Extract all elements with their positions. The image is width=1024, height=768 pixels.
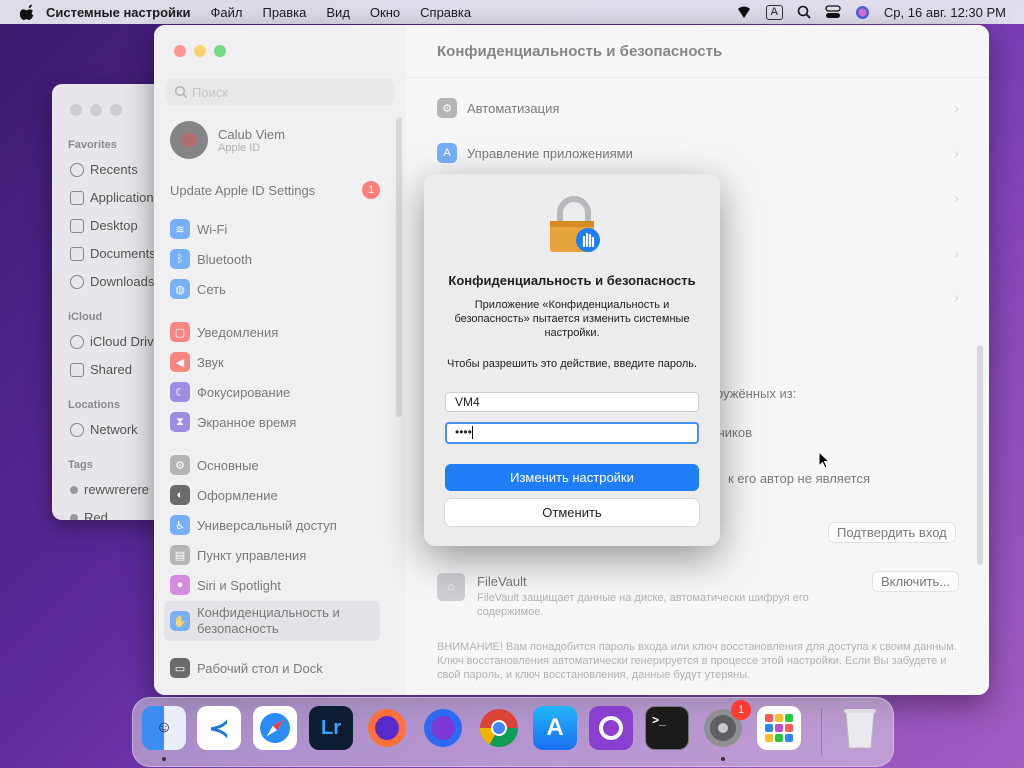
menu-view[interactable]: Вид (326, 5, 350, 20)
finder-item-label: Applications (90, 190, 161, 205)
mouse-pointer-icon (818, 451, 830, 469)
running-indicator (162, 757, 166, 761)
input-source-indicator[interactable]: A (765, 4, 783, 20)
text-caret (471, 426, 473, 440)
dialog-message: Приложение «Конфиденциальность и безопас… (454, 299, 690, 339)
finder-section-favorites: Favorites (68, 139, 117, 151)
globe-icon (70, 422, 84, 437)
control-center-icon[interactable] (825, 5, 841, 19)
finder-item-network[interactable]: Network (70, 422, 138, 437)
finder-item-label: Shared (90, 362, 132, 377)
menu-help[interactable]: Справка (420, 5, 471, 20)
desktop-icon (70, 218, 84, 233)
tag-dot-icon (70, 513, 78, 520)
siri-icon[interactable] (855, 5, 870, 20)
zoom-window-button[interactable] (110, 104, 122, 116)
github-desktop-icon[interactable] (589, 706, 633, 750)
menu-app-name[interactable]: Системные настройки (46, 5, 191, 20)
username-field[interactable]: VM4 (445, 392, 699, 412)
trash-icon[interactable] (838, 706, 882, 750)
finder-section-locations: Locations (68, 399, 120, 411)
finder-item-label: rewwrerere (84, 482, 150, 497)
dialog-title: Конфиденциальность и безопасность (448, 273, 696, 288)
cancel-button[interactable]: Отменить (445, 499, 699, 526)
chrome-icon[interactable] (477, 706, 521, 750)
finder-item-recents[interactable]: Recents (70, 162, 138, 177)
finder-item-downloads[interactable]: Downloads (70, 274, 154, 289)
spotlight-icon[interactable] (797, 5, 811, 19)
auth-dialog: Конфиденциальность и безопасность Прилож… (424, 174, 720, 546)
lock-icon (550, 196, 600, 252)
firefox-developer-icon[interactable] (421, 706, 465, 750)
close-window-button[interactable] (70, 104, 82, 116)
finder-tag-item[interactable]: rewwrerere (70, 482, 149, 497)
terminal-icon[interactable]: >_ (645, 706, 689, 750)
finder-window-controls (70, 104, 122, 116)
menu-clock[interactable]: Ср, 16 авг. 12:30 PM (884, 5, 1006, 20)
shared-folder-icon (70, 362, 84, 377)
download-icon (70, 274, 84, 289)
launchpad-icon[interactable] (757, 706, 801, 750)
password-field[interactable]: •••• (445, 422, 699, 444)
finder-item-label: iCloud Drive (90, 334, 161, 349)
finder-item-applications[interactable]: Applications (70, 190, 160, 205)
finder-tag-item-red[interactable]: Red (70, 510, 108, 520)
finder-item-documents[interactable]: Documents (70, 246, 156, 261)
finder-item-label: Recents (90, 162, 138, 177)
finder-item-icloud-drive[interactable]: iCloud Drive (70, 334, 161, 349)
minimize-window-button[interactable] (90, 104, 102, 116)
finder-icon[interactable]: ☺ (142, 706, 186, 750)
finder-section-tags: Tags (68, 459, 93, 471)
cloud-icon (70, 334, 84, 349)
tag-dot-icon (70, 485, 78, 494)
firefox-icon[interactable] (365, 706, 409, 750)
settings-notification-badge: 1 (731, 700, 751, 720)
safari-icon[interactable] (253, 706, 297, 750)
menu-bar: Системные настройки Файл Правка Вид Окно… (0, 0, 1024, 24)
finder-window: Favorites Recents Applications Desktop D… (52, 84, 170, 520)
finder-section-icloud: iCloud (68, 311, 103, 323)
password-mask: •••• (455, 425, 472, 439)
clock-icon (70, 162, 84, 177)
menu-window[interactable]: Окно (370, 5, 400, 20)
lightroom-icon[interactable]: Lr (309, 706, 353, 750)
apple-logo-icon[interactable] (20, 4, 36, 20)
finder-item-label: Downloads (90, 274, 155, 289)
finder-item-label: Network (90, 422, 138, 437)
dock: ☺ ≺ Lr A >_ 1 (132, 697, 894, 767)
menu-file[interactable]: Файл (211, 5, 243, 20)
menu-edit[interactable]: Правка (262, 5, 306, 20)
wifi-status-icon[interactable] (736, 5, 752, 19)
finder-item-label: Red (84, 510, 108, 520)
applications-icon (70, 190, 84, 205)
dock-separator (821, 708, 822, 756)
vscode-icon[interactable]: ≺ (197, 706, 241, 750)
running-indicator (721, 757, 725, 761)
finder-item-label: Documents (90, 246, 156, 261)
dialog-prompt: Чтобы разрешить это действие, введите па… (446, 358, 698, 370)
document-icon (70, 246, 84, 261)
app-store-icon[interactable]: A (533, 706, 577, 750)
finder-item-shared[interactable]: Shared (70, 362, 132, 377)
finder-item-label: Desktop (90, 218, 138, 233)
finder-item-desktop[interactable]: Desktop (70, 218, 138, 233)
change-settings-button[interactable]: Изменить настройки (445, 464, 699, 491)
